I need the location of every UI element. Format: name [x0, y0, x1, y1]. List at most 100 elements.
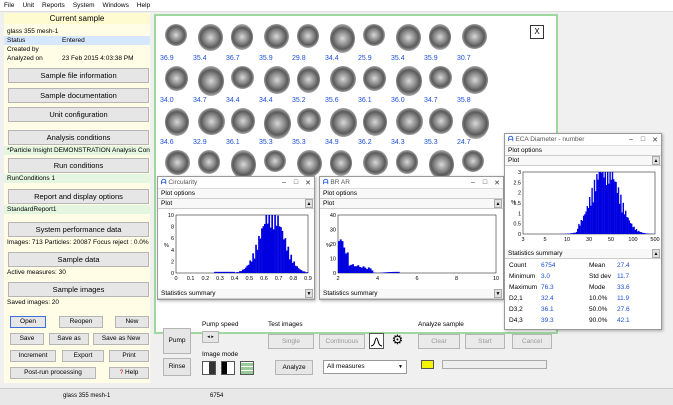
measures-select[interactable]: All measures ▼	[323, 360, 407, 374]
image-mode-binary-icon[interactable]	[221, 361, 235, 375]
save-as-button[interactable]: Save as	[49, 333, 89, 345]
stats-summary-bar[interactable]: Statistics summary ▲	[505, 249, 661, 259]
close-icon[interactable]: ✕	[649, 136, 661, 144]
stats-summary-bar[interactable]: Statistics summary ▼	[320, 289, 503, 299]
histogram-bar	[634, 230, 636, 234]
menu-reports[interactable]: Reports	[42, 2, 65, 9]
histogram-bar	[581, 220, 584, 234]
plot-options-bar[interactable]: Plot options	[320, 189, 503, 199]
stat-label: Minimum	[509, 273, 536, 280]
particle-image	[363, 24, 385, 46]
histogram-bar	[262, 226, 265, 273]
clear-button[interactable]: Clear	[418, 334, 460, 349]
particle-value: 36.1	[226, 139, 240, 146]
histogram-bar	[597, 179, 599, 234]
maximize-icon[interactable]: □	[479, 179, 491, 187]
particle-value: 34.4	[226, 97, 240, 104]
export-button[interactable]: Export	[62, 350, 104, 362]
close-icon[interactable]: ✕	[302, 179, 314, 187]
histogram-bar	[628, 220, 630, 234]
minimize-icon[interactable]: –	[278, 179, 290, 187]
increment-button[interactable]: Increment	[10, 350, 56, 362]
pump-speed-spinner[interactable]: ◂ ▸	[202, 331, 219, 343]
plot-options-bar[interactable]: Plot options	[158, 189, 314, 199]
run-conditions-button[interactable]: Run conditions	[8, 158, 149, 173]
chevron-up-icon[interactable]: ▲	[305, 199, 313, 208]
save-as-new-button[interactable]: Save as New	[93, 333, 149, 345]
menu-system[interactable]: System	[73, 2, 95, 9]
caret-right-icon[interactable]: ▸	[211, 334, 214, 340]
maximize-icon[interactable]: □	[637, 136, 649, 144]
eca-histogram: 32.521.510.503 5 10 30 50 100 500%	[511, 170, 660, 243]
maximize-icon[interactable]: □	[290, 179, 302, 187]
histogram-bar	[259, 238, 262, 273]
analyze-button[interactable]: Analyze	[275, 360, 313, 375]
caret-left-icon[interactable]: ◂	[207, 334, 210, 340]
menu-windows[interactable]: Windows	[102, 2, 128, 9]
particle-value: 34.7	[424, 97, 438, 104]
plot-bar[interactable]: Plot ▲	[320, 199, 503, 209]
image-mode-grid-icon[interactable]	[240, 361, 254, 375]
close-icon[interactable]: ✕	[491, 179, 503, 187]
particle-image	[231, 66, 254, 89]
single-button[interactable]: Single	[268, 334, 314, 349]
new-button[interactable]: New	[115, 316, 149, 328]
sample-images-button[interactable]: Sample images	[8, 282, 149, 297]
analysis-conditions-button[interactable]: Analysis conditions	[8, 130, 149, 145]
reopen-button[interactable]: Reopen	[59, 316, 103, 328]
report-display-options-button[interactable]: Report and display options	[8, 189, 149, 204]
start-button[interactable]: Start	[465, 334, 505, 349]
gear-icon[interactable]: ⚙	[390, 333, 405, 349]
particle-value: 35.4	[391, 55, 405, 62]
pump-button[interactable]: Pump	[163, 328, 191, 354]
particle-value: 35.4	[193, 55, 207, 62]
plot-options-bar[interactable]: Plot options	[505, 146, 661, 156]
sample-documentation-button[interactable]: Sample documentation	[8, 88, 149, 103]
save-button[interactable]: Save	[10, 333, 44, 345]
post-run-processing-button[interactable]: Post-run processing	[10, 367, 96, 379]
print-button[interactable]: Print	[109, 350, 149, 362]
system-performance-button[interactable]: System performance data	[8, 222, 149, 237]
histogram-bar	[574, 232, 576, 234]
menu-file[interactable]: File	[4, 2, 14, 9]
image-mode-bw-icon[interactable]	[202, 361, 216, 375]
menu-help[interactable]: Help	[137, 2, 150, 9]
chevron-up-icon[interactable]: ▲	[494, 199, 502, 208]
help-button[interactable]: ? Help	[109, 367, 149, 379]
particle-thumbnail[interactable]: 35.8	[457, 62, 495, 107]
histogram-bar	[586, 206, 588, 234]
stats-summary-bar[interactable]: Statistics summary ▼	[158, 289, 314, 299]
br-ar-histogram: 4030201002 4 6 8 10%	[326, 213, 499, 282]
minimize-icon[interactable]: –	[467, 179, 479, 187]
histogram-bar	[590, 205, 592, 234]
progress-bar	[442, 360, 547, 369]
close-icon[interactable]: X	[530, 25, 544, 39]
plot-bar[interactable]: Plot ▲	[158, 199, 314, 209]
chevron-up-icon[interactable]: ▲	[652, 249, 660, 258]
open-button[interactable]: Open	[10, 316, 46, 328]
histogram-bar	[392, 271, 395, 273]
histogram-bar	[364, 267, 367, 273]
plot-label: Plot	[508, 157, 520, 164]
continuous-button[interactable]: Continuous	[319, 334, 365, 349]
minimize-icon[interactable]: –	[625, 136, 637, 144]
unit-configuration-button[interactable]: Unit configuration	[8, 107, 149, 122]
histogram-bar	[589, 197, 591, 234]
chevron-down-icon[interactable]: ▼	[305, 289, 313, 298]
chevron-up-icon[interactable]: ▲	[652, 156, 660, 165]
sample-file-info-button[interactable]: Sample file information	[8, 68, 149, 83]
circularity-histogram: 10864200 0.1 0.2 0.3 0.4 0.5 0.6 0.7 0.8 0.9%	[164, 213, 312, 282]
menu-unit[interactable]: Unit	[22, 2, 34, 9]
particle-image	[264, 150, 286, 172]
rinse-button[interactable]: Rinse	[163, 358, 191, 376]
histogram-bar	[360, 267, 363, 273]
plot-bar[interactable]: Plot ▲	[505, 156, 661, 166]
particle-thumbnail[interactable]: 24.7	[457, 104, 495, 149]
cancel-button[interactable]: Cancel	[512, 334, 552, 349]
chevron-down-icon[interactable]: ▼	[494, 289, 502, 298]
histogram-bar	[577, 228, 579, 234]
bell-curve-icon[interactable]	[369, 333, 384, 349]
x-tick-label: 0.6	[260, 276, 268, 282]
sample-data-button[interactable]: Sample data	[8, 252, 149, 267]
particle-thumbnail[interactable]: 30.7	[457, 20, 495, 65]
